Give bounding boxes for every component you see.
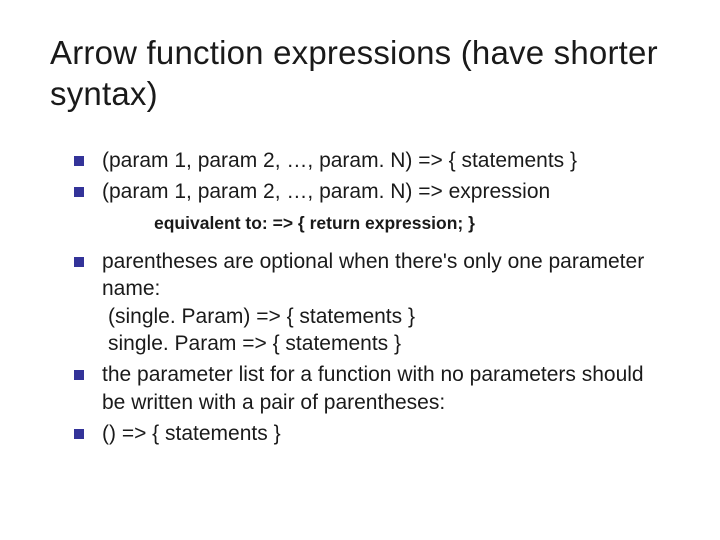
list-item-text: (param 1, param 2, …, param. N) => { sta… [102, 147, 670, 174]
list-item: (param 1, param 2, …, param. N) => { sta… [74, 147, 670, 174]
list-item-line: single. Param => { statements } [108, 330, 670, 357]
list-item-text: the parameter list for a function with n… [102, 361, 670, 416]
list-item: parentheses are optional when there's on… [74, 248, 670, 357]
list-item: () => { statements } [74, 420, 670, 447]
square-bullet-icon [74, 156, 84, 166]
square-bullet-icon [74, 370, 84, 380]
slide: Arrow function expressions (have shorter… [0, 0, 720, 540]
sub-note: equivalent to: => { return expression; } [154, 213, 670, 234]
list-item: (param 1, param 2, …, param. N) => expre… [74, 178, 670, 205]
list-item-text: (param 1, param 2, …, param. N) => expre… [102, 178, 670, 205]
bullet-list: (param 1, param 2, …, param. N) => { sta… [50, 147, 670, 448]
list-item: the parameter list for a function with n… [74, 361, 670, 416]
list-item-line: (single. Param) => { statements } [108, 303, 670, 330]
square-bullet-icon [74, 257, 84, 267]
square-bullet-icon [74, 187, 84, 197]
list-item-text: () => { statements } [102, 420, 670, 447]
slide-title: Arrow function expressions (have shorter… [50, 32, 670, 115]
square-bullet-icon [74, 429, 84, 439]
list-item-line: parentheses are optional when there's on… [102, 250, 644, 300]
list-item-text: parentheses are optional when there's on… [102, 248, 670, 357]
